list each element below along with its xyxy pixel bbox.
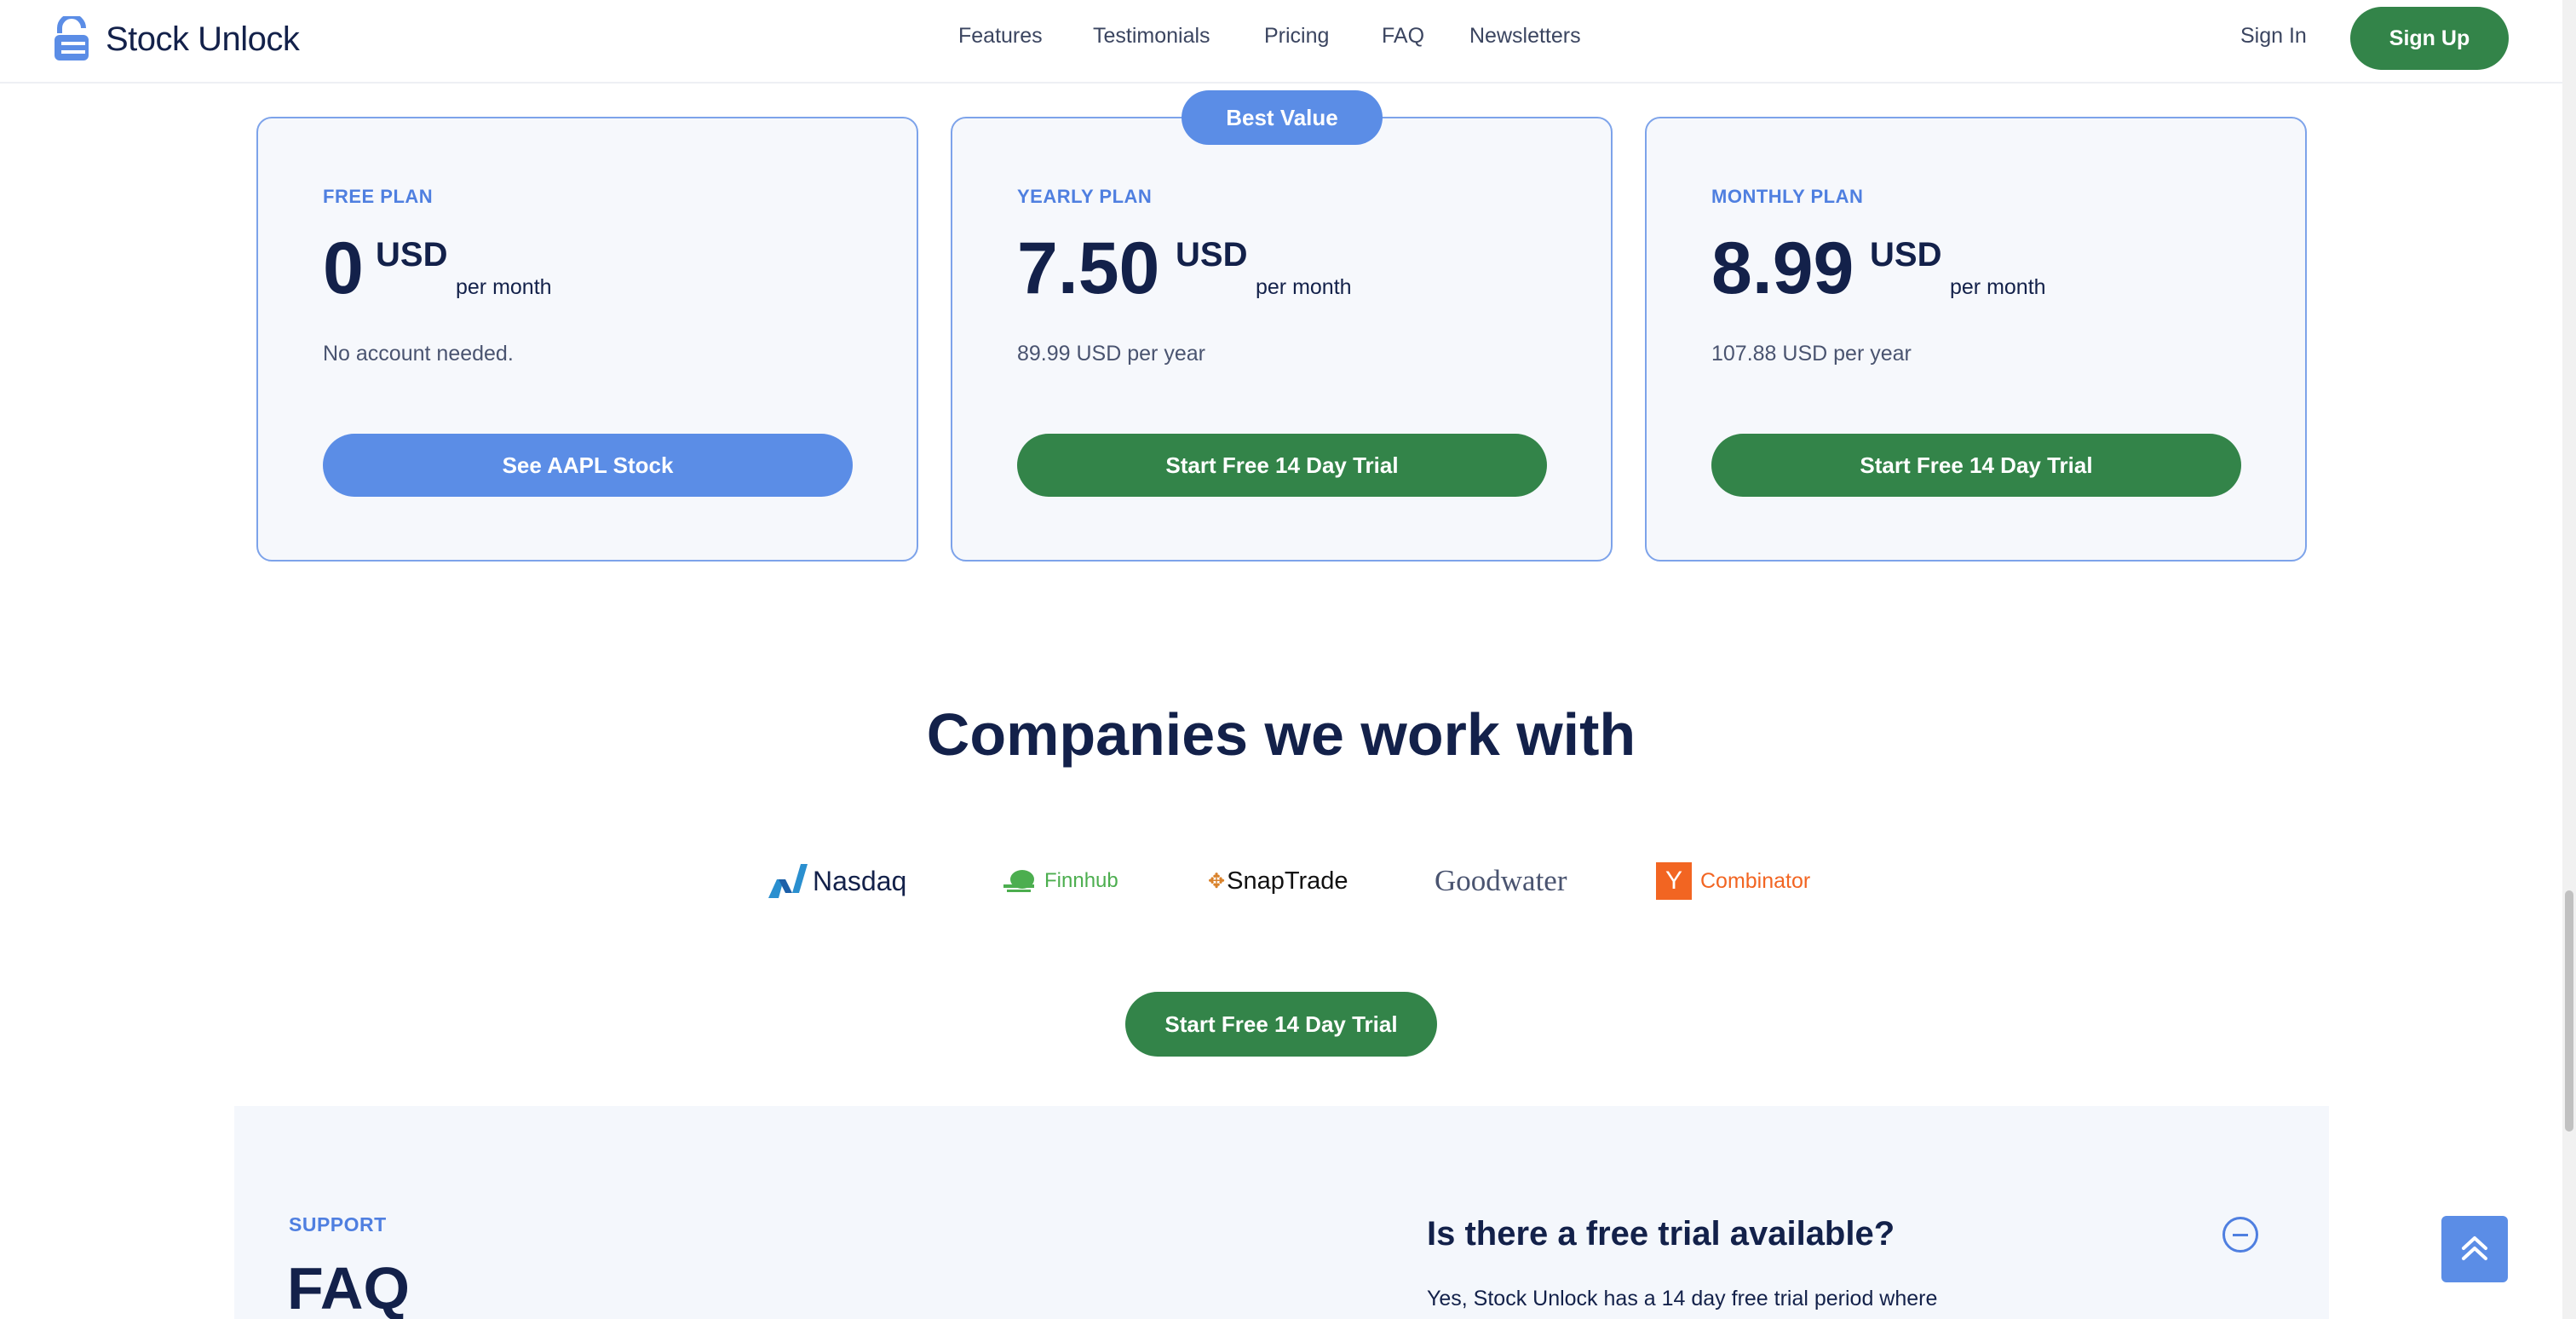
pricing-card-monthly: MONTHLY PLAN 8.99 USD per month 107.88 U…	[1645, 117, 2307, 562]
goodwater-wordmark: Goodwater	[1435, 864, 1567, 897]
nasdaq-logo: Nasdaq	[767, 859, 906, 903]
ycombinator-wordmark: Combinator	[1700, 868, 1811, 893]
nav-pricing[interactable]: Pricing	[1264, 24, 1329, 49]
faq-question[interactable]: Is there a free trial available?	[1427, 1215, 1895, 1253]
nav-newsletters[interactable]: Newsletters	[1469, 24, 1581, 49]
plan-period: per month	[456, 275, 552, 299]
start-trial-button[interactable]: Start Free 14 Day Trial	[1125, 992, 1437, 1057]
plan-label: MONTHLY PLAN	[1711, 186, 1864, 207]
finnhub-cloud-icon	[1003, 870, 1034, 892]
snaptrade-wordmark: SnapTrade	[1227, 867, 1348, 895]
nav-testimonials[interactable]: Testimonials	[1093, 24, 1210, 49]
scroll-to-top-button[interactable]	[2441, 1216, 2508, 1282]
plan-period: per month	[1256, 275, 1352, 299]
best-value-badge: Best Value	[1182, 90, 1383, 145]
brand-name: Stock Unlock	[106, 20, 300, 58]
goodwater-logo: Goodwater	[1435, 859, 1567, 903]
top-navigation-bar: Stock Unlock Features Testimonials Prici…	[0, 0, 2562, 84]
finnhub-logo: Finnhub	[1002, 859, 1118, 903]
nav-faq[interactable]: FAQ	[1382, 24, 1424, 49]
plan-currency: USD	[376, 236, 448, 274]
plan-period: per month	[1950, 275, 2046, 299]
pricing-card-yearly: YEARLY PLAN 7.50 USD per month 89.99 USD…	[951, 117, 1613, 562]
snaptrade-logo: ✥ SnapTrade	[1208, 859, 1348, 903]
scroll-to-top-icon	[2462, 1236, 2487, 1260]
ycombinator-logo: Y Combinator	[1656, 859, 1810, 903]
faq-collapse-icon[interactable]	[2222, 1217, 2258, 1253]
snaptrade-mark-icon: ✥	[1208, 869, 1226, 893]
plan-label: FREE PLAN	[323, 186, 434, 207]
faq-answer: Yes, Stock Unlock has a 14 day free tria…	[1427, 1287, 1938, 1310]
faq-section: SUPPORT FAQ Is there a free trial availa…	[234, 1106, 2329, 1319]
plan-note: 89.99 USD per year	[1017, 342, 1205, 366]
sign-in-link[interactable]: Sign In	[2240, 24, 2307, 49]
plan-label: YEARLY PLAN	[1017, 186, 1153, 207]
plan-price: 0	[323, 228, 364, 309]
brand-link[interactable]: Stock Unlock	[53, 15, 300, 63]
faq-kicker: SUPPORT	[289, 1213, 387, 1235]
faq-title: FAQ	[287, 1255, 410, 1319]
stock-unlock-logo-icon	[55, 16, 89, 60]
plan-price: 7.50	[1017, 228, 1160, 309]
start-trial-monthly-button[interactable]: Start Free 14 Day Trial	[1711, 434, 2241, 497]
plan-note: No account needed.	[323, 342, 514, 366]
see-aapl-stock-button[interactable]: See AAPL Stock	[323, 434, 853, 497]
start-trial-yearly-button[interactable]: Start Free 14 Day Trial	[1017, 434, 1547, 497]
plan-currency: USD	[1176, 236, 1248, 274]
plan-price: 8.99	[1711, 228, 1854, 309]
nasdaq-mark-icon	[768, 864, 808, 898]
companies-heading: Companies we work with	[926, 701, 1636, 768]
nasdaq-wordmark: Nasdaq	[813, 865, 907, 896]
ycombinator-y-icon: Y	[1656, 862, 1692, 900]
finnhub-wordmark: Finnhub	[1044, 869, 1118, 892]
plan-note: 107.88 USD per year	[1711, 342, 1912, 366]
scrollbar-thumb[interactable]	[2565, 890, 2573, 1132]
sign-up-button[interactable]: Sign Up	[2350, 7, 2509, 70]
page-scrollbar[interactable]	[2562, 0, 2576, 1319]
nav-features[interactable]: Features	[958, 24, 1043, 49]
pricing-card-free: FREE PLAN 0 USD per month No account nee…	[256, 117, 918, 562]
plan-currency: USD	[1870, 236, 1942, 274]
